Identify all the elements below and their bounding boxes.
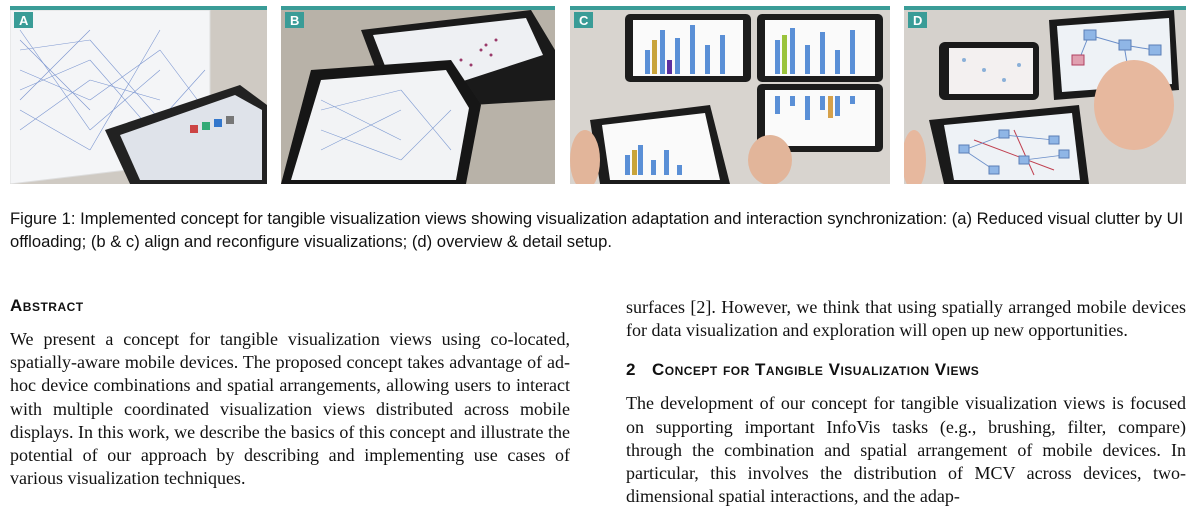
panel-label-b: B [285,12,305,28]
figure-panel-c: C [570,6,890,184]
section-heading: 2 Concept for Tangible Visualization View… [626,358,1186,382]
panel-label-c: C [574,12,594,28]
continued-paragraph: surfaces [2]. However, we think that usi… [626,297,1186,341]
panel-label-d: D [908,12,928,28]
right-column: surfaces [2]. However, we think that usi… [626,296,1186,508]
section-number: 2 [626,360,636,380]
abstract-heading: Abstract [10,296,84,315]
figure-caption: Figure 1: Implemented concept for tangib… [10,209,1184,251]
section-title: Concept for Tangible Visualization Views [651,360,980,380]
figure-panel-b: B [281,6,555,184]
tablet-parallel-coordinates-photo [10,10,267,184]
section-body: The development of our concept for tangi… [626,393,1186,507]
panel-label-a: A [14,12,34,28]
abstract-body: We present a concept for tangible visual… [10,329,570,489]
stacked-tablets-scatter-photo [281,10,555,184]
abstract-column: Abstract We present a concept for tangib… [10,294,570,490]
bar-chart-tablets-photo [570,10,890,184]
figure-panel-d: D [904,6,1186,184]
node-link-tablets-photo [904,10,1186,184]
figure-panel-a: A [10,6,267,184]
